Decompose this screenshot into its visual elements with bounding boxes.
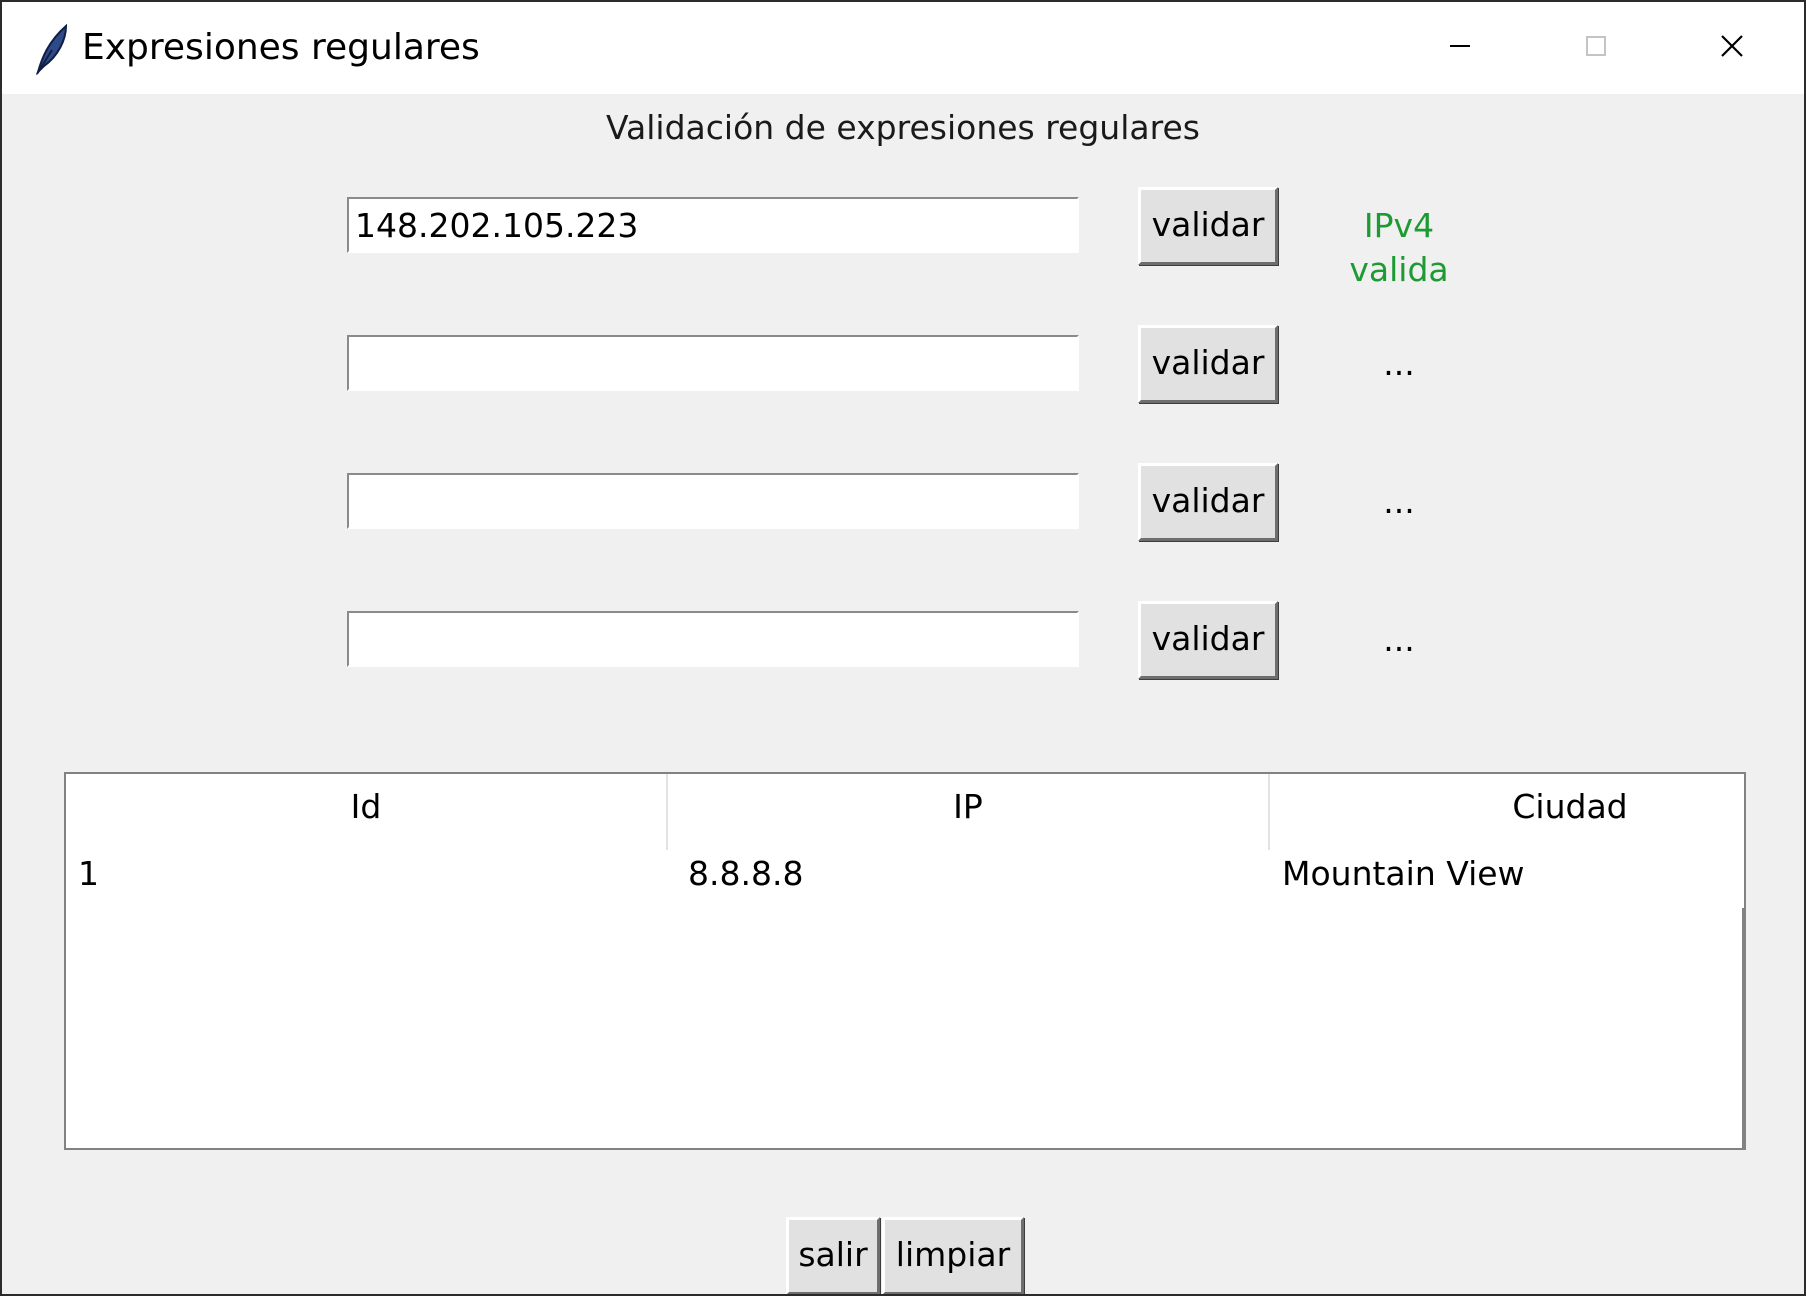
regex-input-3[interactable] [347, 473, 1079, 529]
window-title: Expresiones regulares [82, 27, 480, 68]
regex-input-1[interactable] [347, 197, 1079, 253]
exit-button[interactable]: salir [786, 1217, 880, 1294]
minimize-button[interactable] [1392, 2, 1528, 94]
column-header-id[interactable]: Id [66, 774, 666, 840]
app-window: Expresiones regulares Validación de expr… [0, 0, 1806, 1296]
column-header-ip[interactable]: IP [668, 774, 1268, 840]
results-table[interactable]: Id IP Ciudad 1 8.8.8.8 Mountain View [64, 772, 1746, 1150]
close-icon [1720, 34, 1744, 62]
page-heading: Validación de expresiones regulares [606, 108, 1200, 147]
title-bar[interactable]: Expresiones regulares [2, 2, 1804, 94]
validate-button-4[interactable]: validar [1138, 601, 1278, 679]
validation-status-4: ... [1383, 620, 1415, 659]
table-header: Id IP Ciudad [66, 774, 1744, 850]
cell-ip: 8.8.8.8 [688, 854, 804, 893]
validation-status-2: ... [1383, 344, 1415, 383]
table-edge [1742, 908, 1744, 1148]
cell-ciudad: Mountain View [1282, 854, 1525, 893]
column-header-ciudad[interactable]: Ciudad [1270, 774, 1744, 840]
table-row[interactable]: 1 8.8.8.8 Mountain View [66, 840, 1744, 908]
close-button[interactable] [1664, 2, 1800, 94]
maximize-icon [1585, 35, 1607, 61]
regex-input-2[interactable] [347, 335, 1079, 391]
maximize-button[interactable] [1528, 2, 1664, 94]
minimize-icon [1449, 35, 1471, 61]
validate-button-2[interactable]: validar [1138, 325, 1278, 403]
validation-status-3: ... [1383, 482, 1415, 521]
feather-icon [32, 22, 72, 76]
cell-id: 1 [78, 854, 99, 893]
validate-button-3[interactable]: validar [1138, 463, 1278, 541]
regex-input-4[interactable] [347, 611, 1079, 667]
clear-button[interactable]: limpiar [882, 1217, 1024, 1294]
validate-button-1[interactable]: validar [1138, 187, 1278, 265]
validation-status-1: IPv4 valida [1349, 206, 1449, 289]
